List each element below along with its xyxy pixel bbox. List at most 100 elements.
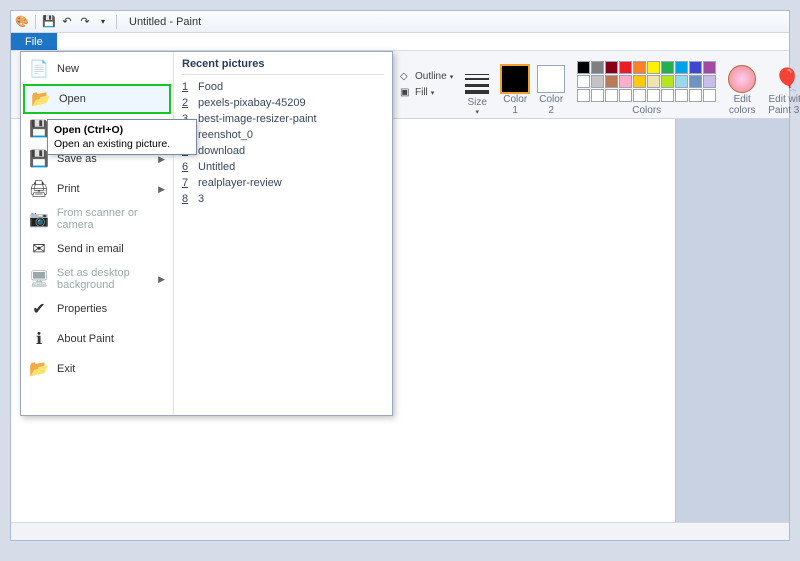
menubar: File [11,33,789,51]
tooltip-body: Open an existing picture. [54,138,190,150]
file-menu-item-about-paint[interactable]: ℹ About Paint [23,324,171,354]
menu-item-label: Send in email [57,243,124,255]
palette-swatch[interactable] [703,75,716,88]
palette-swatch[interactable] [591,89,604,102]
recent-item[interactable]: 5download [182,143,384,159]
fill-label: Fill [415,87,428,98]
file-menu-item-exit[interactable]: 📂Exit [23,354,171,384]
palette-swatch[interactable] [703,61,716,74]
recent-item-number: 8 [182,193,192,205]
recent-item-label: download [198,145,245,157]
menu-item-icon: ✔ [29,299,49,319]
titlebar: 🎨 💾 ↶ ↷ ▾ Untitled - Paint [11,11,789,33]
edit-colors-button[interactable]: Edit colors [724,51,760,118]
save-qat-icon[interactable]: 💾 [42,15,56,29]
recent-item[interactable]: 1Food [182,79,384,95]
palette-swatch[interactable] [605,61,618,74]
color1-button[interactable]: Color 1 [497,51,533,118]
palette-swatch[interactable] [689,75,702,88]
palette-swatch[interactable] [661,61,674,74]
submenu-arrow-icon: ▶ [158,154,165,165]
palette-swatch[interactable] [633,75,646,88]
file-menu-item-new[interactable]: 📄New [23,54,171,84]
menu-item-label: Set as desktop background [57,267,150,291]
recent-item-label: Untitled [198,161,235,173]
recent-item-label: reenshot_0 [198,129,253,141]
palette-swatch[interactable] [605,75,618,88]
color-palette[interactable] [577,61,716,102]
recent-item[interactable]: 7realplayer-review [182,175,384,191]
palette-swatch[interactable] [619,61,632,74]
size-label: Size [467,97,486,108]
palette-swatch[interactable] [633,89,646,102]
palette-swatch[interactable] [675,89,688,102]
submenu-arrow-icon: ▶ [158,274,165,285]
window-title: Untitled - Paint [129,16,201,28]
colors-group-label: Colors [632,105,661,116]
edit-paint3d-button[interactable]: 🎈 Edit with Paint 3D [764,51,800,118]
recent-item[interactable]: 4reenshot_0 [182,127,384,143]
file-menu: 📄New📂Open💾Save💾Save as▶🖨Print▶📷From scan… [20,51,393,416]
palette-swatch[interactable] [675,75,688,88]
recent-item[interactable]: 2 pexels-pixabay-45209 [182,95,384,111]
palette-swatch[interactable] [661,75,674,88]
palette-swatch[interactable] [619,75,632,88]
menu-item-icon: 🖥 [29,269,49,289]
outline-icon: ◇ [400,71,412,83]
qat-customize-icon[interactable]: ▾ [96,15,110,29]
palette-swatch[interactable] [647,75,660,88]
recent-item[interactable]: 6 Untitled [182,159,384,175]
recent-item[interactable]: 83 [182,191,384,207]
palette-swatch[interactable] [689,61,702,74]
file-menu-item-send-in-email[interactable]: ✉Send in email [23,234,171,264]
paint3d-icon: 🎈 [774,67,800,93]
chevron-down-icon: ▾ [431,89,435,97]
size-icon [465,72,489,96]
recent-item-label: Food [198,81,223,93]
color1-swatch [501,65,529,93]
app-icon: 🎨 [15,15,29,29]
palette-swatch[interactable] [647,89,660,102]
palette-swatch[interactable] [661,89,674,102]
menu-item-icon: ℹ [29,329,49,349]
undo-qat-icon[interactable]: ↶ [60,15,74,29]
file-menu-item-open[interactable]: 📂Open [23,84,171,114]
palette-swatch[interactable] [633,61,646,74]
recent-item-number: 6 [182,161,192,173]
outline-dropdown[interactable]: ◇ Outline ▾ [398,70,455,84]
file-menu-item-print[interactable]: 🖨 Print ▶ [23,174,171,204]
palette-swatch[interactable] [577,61,590,74]
file-tab[interactable]: File [11,33,57,50]
menu-item-icon: 💾 [29,119,49,139]
menu-item-icon: 📂 [31,89,51,109]
size-button[interactable]: Size ▾ [461,51,493,118]
color2-swatch [537,65,565,93]
file-menu-item-properties[interactable]: ✔Properties [23,294,171,324]
color1-label: Color 1 [503,94,527,116]
palette-swatch[interactable] [675,61,688,74]
palette-swatch[interactable] [577,75,590,88]
palette-swatch[interactable] [619,89,632,102]
palette-swatch[interactable] [703,89,716,102]
palette-swatch[interactable] [591,61,604,74]
palette-swatch[interactable] [647,61,660,74]
fill-dropdown[interactable]: ▣ Fill ▾ [398,86,455,100]
menu-item-label: From scanner or camera [57,207,165,231]
tooltip-title: Open (Ctrl+O) [54,124,190,136]
menu-item-label: Print [57,183,80,195]
chevron-down-icon: ▾ [450,73,454,81]
menu-item-label: About Paint [57,333,114,345]
menu-item-icon: 🖨 [29,179,49,199]
palette-swatch[interactable] [577,89,590,102]
palette-swatch[interactable] [605,89,618,102]
palette-swatch[interactable] [591,75,604,88]
recent-item[interactable]: 3best-image-resizer-paint [182,111,384,127]
color2-button[interactable]: Color 2 [533,51,569,118]
palette-swatch[interactable] [689,89,702,102]
recent-item-label: pexels-pixabay-45209 [198,97,306,109]
menu-item-icon: 📂 [29,359,49,379]
edit-paint3d-label: Edit with Paint 3D [768,94,800,116]
recent-item-number: 2 [182,97,192,109]
redo-qat-icon[interactable]: ↷ [78,15,92,29]
submenu-arrow-icon: ▶ [158,184,165,195]
